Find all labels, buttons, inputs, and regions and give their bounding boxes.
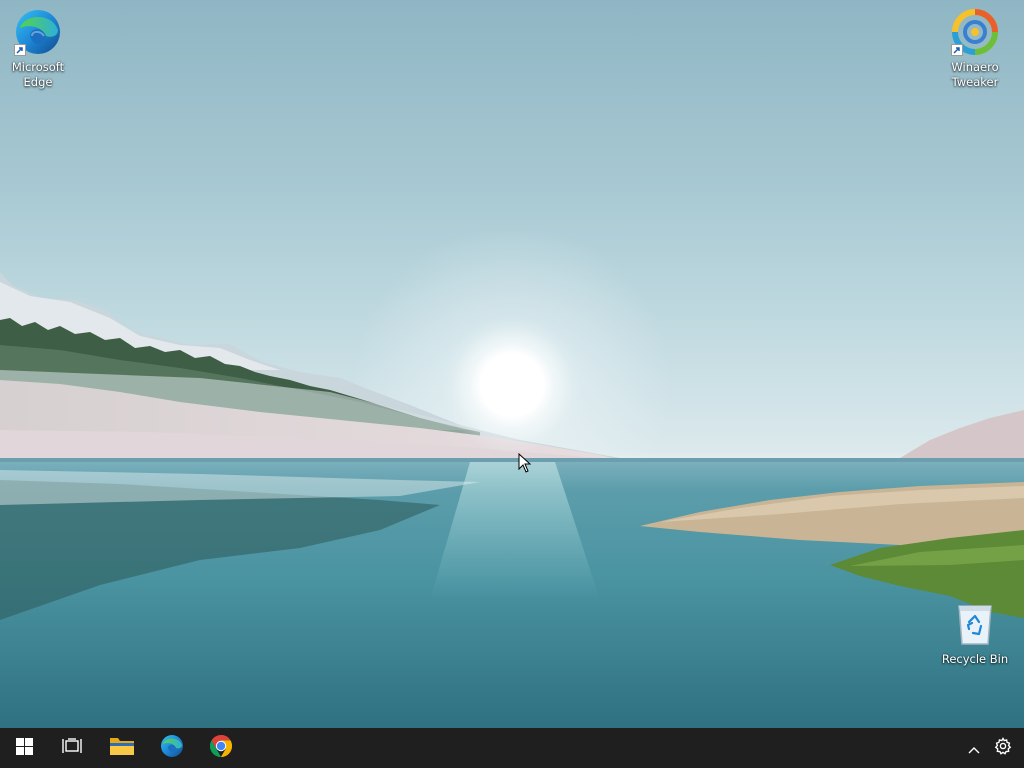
shortcut-arrow-icon bbox=[14, 44, 26, 56]
desktop-icon-microsoft-edge[interactable]: Microsoft Edge bbox=[0, 6, 76, 90]
windows-logo-icon bbox=[15, 737, 33, 759]
mouse-cursor-icon bbox=[518, 452, 532, 477]
settings-tray-button[interactable] bbox=[989, 728, 1017, 768]
desktop-icon-label: Winaero Tweaker bbox=[951, 60, 999, 89]
chrome-icon bbox=[209, 734, 233, 762]
show-hidden-icons-button[interactable] bbox=[960, 728, 988, 768]
desktop-icon-label: Microsoft Edge bbox=[11, 60, 65, 89]
edge-icon bbox=[12, 6, 64, 58]
desktop-wallpaper bbox=[0, 0, 1024, 728]
gear-icon bbox=[994, 737, 1012, 759]
shortcut-arrow-icon bbox=[951, 44, 963, 56]
microsoft-edge-taskbar-button[interactable] bbox=[148, 728, 196, 768]
task-view-button[interactable] bbox=[48, 728, 96, 768]
recycle-bin-icon bbox=[949, 598, 1001, 650]
desktop-icon-winaero-tweaker[interactable]: Winaero Tweaker bbox=[937, 6, 1013, 90]
winaero-tweaker-icon bbox=[949, 6, 1001, 58]
folder-icon bbox=[109, 735, 135, 761]
taskbar bbox=[0, 728, 1024, 768]
edge-icon bbox=[159, 733, 185, 763]
chevron-up-icon bbox=[968, 739, 980, 758]
start-button[interactable] bbox=[0, 728, 48, 768]
desktop-icon-label: Recycle Bin bbox=[941, 652, 1009, 666]
desktop-icon-recycle-bin[interactable]: Recycle Bin bbox=[937, 598, 1013, 667]
task-view-icon bbox=[62, 738, 82, 758]
wallpaper-landscape bbox=[0, 272, 1024, 728]
google-chrome-taskbar-button[interactable] bbox=[197, 728, 245, 768]
file-explorer-button[interactable] bbox=[98, 728, 146, 768]
